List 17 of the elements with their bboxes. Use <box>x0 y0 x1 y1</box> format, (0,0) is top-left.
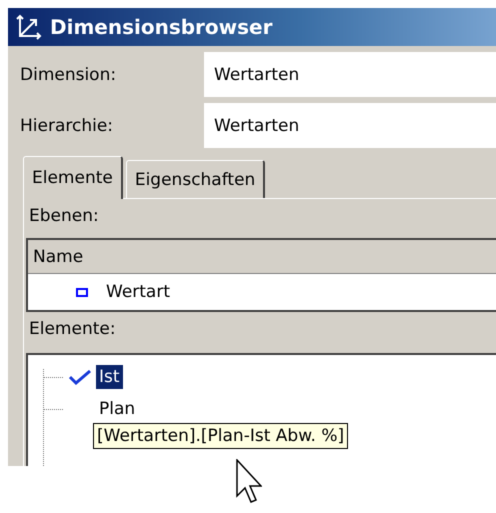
tooltip: [Wertarten].[Plan-Ist Abw. %] <box>93 423 348 449</box>
field-label: Dimension: <box>19 64 118 84</box>
tab[interactable]: Elemente <box>23 156 123 199</box>
axes-icon <box>16 14 42 40</box>
level-icon <box>76 288 88 296</box>
table-row[interactable]: Wertart <box>28 274 496 310</box>
window-title: Dimensionsbrowser <box>50 15 272 39</box>
field-label: Hierarchie: <box>19 116 114 136</box>
text-field[interactable]: Wertarten <box>204 103 496 148</box>
section-label: Ebenen: <box>28 206 100 228</box>
tree-item[interactable]: Ist <box>96 365 123 389</box>
column-header[interactable]: Name <box>28 240 496 274</box>
table-cell: Wertart <box>106 282 170 302</box>
tab[interactable]: Eigenschaften <box>126 160 266 198</box>
section-label: Elemente: <box>28 319 117 341</box>
tree-item[interactable]: Plan <box>96 397 138 421</box>
text-field[interactable]: Wertarten <box>204 52 496 97</box>
